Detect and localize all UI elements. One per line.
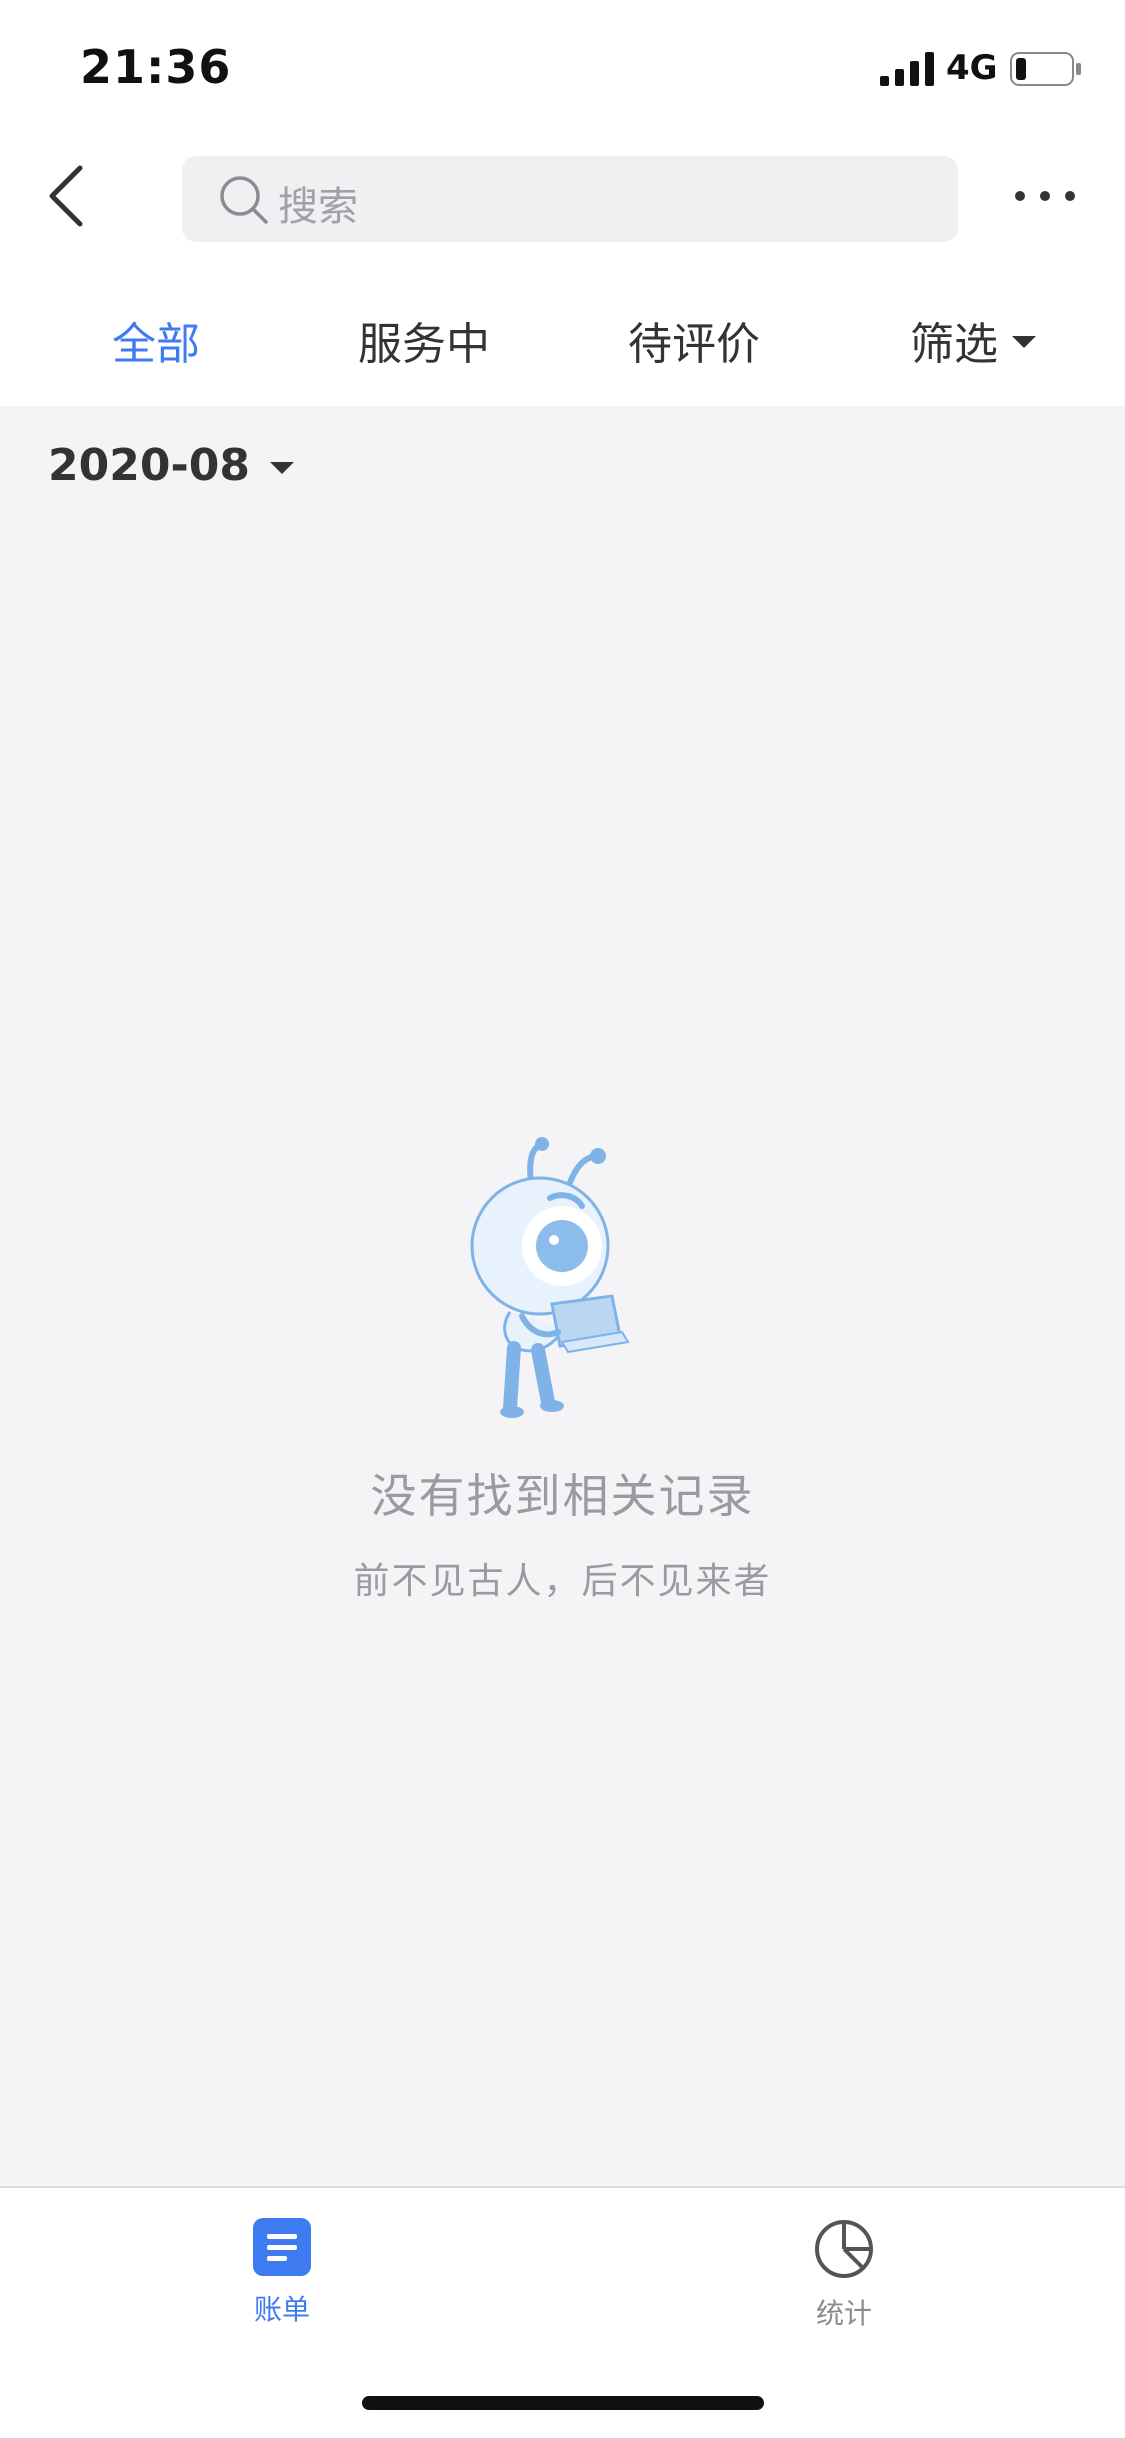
empty-state-title: 没有找到相关记录 xyxy=(370,1469,755,1523)
bottom-tab-bill[interactable]: 账单 xyxy=(202,2218,362,2328)
ant-mascot-illustration xyxy=(470,1137,630,1418)
bill-icon xyxy=(253,2218,311,2276)
chevron-left-icon xyxy=(49,165,83,227)
empty-state-subtitle: 前不见古人，后不见来者 xyxy=(353,1561,772,1602)
status-bar: 21:36 4G xyxy=(0,0,1125,136)
home-indicator xyxy=(362,2396,764,2410)
pie-chart-icon xyxy=(815,2220,873,2278)
search-placeholder: 搜索 xyxy=(278,184,358,230)
search-icon xyxy=(220,176,268,224)
tab-all[interactable]: 全部 xyxy=(112,308,200,372)
bottom-tab-statistics[interactable]: 统计 xyxy=(764,2218,924,2332)
tab-pending-review[interactable]: 待评价 xyxy=(628,308,760,372)
bottom-tab-bar: 账单 统计 xyxy=(0,2186,1125,2438)
back-button[interactable] xyxy=(36,156,96,236)
filter-tab-bar: 全部 服务中 待评价 筛选 xyxy=(0,264,1125,406)
network-type: 4G xyxy=(946,48,998,88)
signal-strength-icon xyxy=(880,52,934,86)
caret-down-icon xyxy=(269,461,294,474)
tab-in-service[interactable]: 服务中 xyxy=(358,308,490,372)
tab-filter[interactable]: 筛选 xyxy=(910,308,1036,372)
battery-icon xyxy=(1010,52,1081,86)
bottom-tab-bill-label: 账单 xyxy=(253,2293,310,2326)
month-selector[interactable]: 2020-08 xyxy=(48,440,294,491)
status-time: 21:36 xyxy=(80,40,232,94)
tab-filter-label: 筛选 xyxy=(910,319,998,370)
more-options-button[interactable] xyxy=(1010,176,1080,216)
navigation-bar: 搜索 xyxy=(0,136,1125,264)
caret-down-icon xyxy=(1012,336,1036,348)
bottom-tab-statistics-label: 统计 xyxy=(815,2297,872,2330)
month-value: 2020-08 xyxy=(48,440,250,491)
search-input[interactable]: 搜索 xyxy=(182,156,958,242)
